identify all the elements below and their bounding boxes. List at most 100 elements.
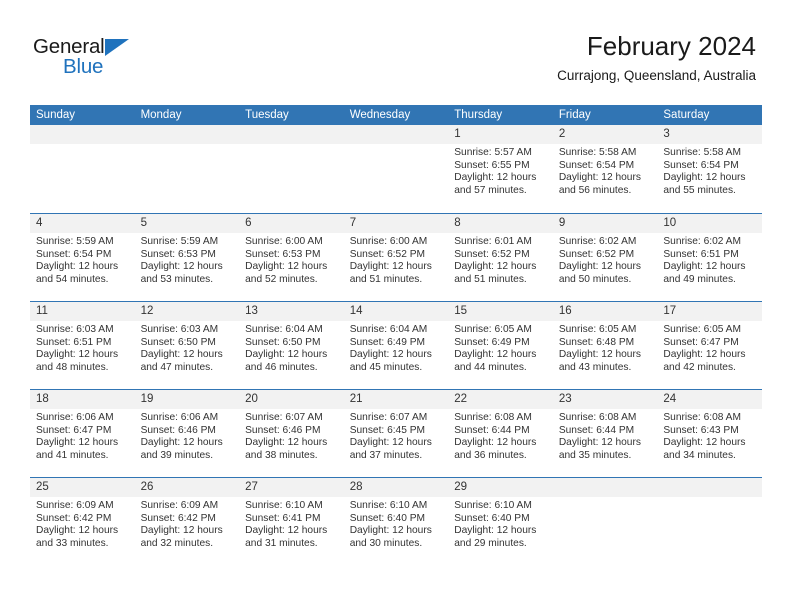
sunset-time: Sunset: 6:45 PM (349, 424, 426, 436)
calendar-day-cell[interactable]: 29 Sunrise: 6:10 AM Sunset: 6:40 PM Dayligh… (448, 478, 553, 565)
calendar-grid: Sunday Monday Tuesday Wednesday Thursday Frid… (30, 105, 762, 565)
daylight-duration-line2: and 54 minutes. (36, 273, 109, 285)
calendar-day-cell[interactable]: 4 Sunrise: 5:59 AM Sunset: 6:54 PM Daylight… (30, 214, 135, 301)
day-sun-info: Sunrise: 6:09 AM Sunset: 6:42 PM Daylight:… (30, 497, 135, 550)
calendar-day-cell[interactable]: 15 Sunrise: 6:05 AM Sunset: 6:49 PM Dayligh… (448, 302, 553, 389)
calendar-day-cell[interactable]: 25 Sunrise: 6:09 AM Sunset: 6:42 PM Dayligh… (30, 478, 135, 565)
calendar-day-cell[interactable]: 26 Sunrise: 6:09 AM Sunset: 6:42 PM Dayligh… (134, 478, 240, 565)
sunrise-time: Sunrise: 6:06 AM (36, 412, 114, 423)
calendar-day-cell[interactable]: 5 Sunrise: 5:59 AM Sunset: 6:53 PM Daylight… (134, 214, 240, 301)
day-sun-info: Sunrise: 5:58 AM Sunset: 6:54 PM Daylight:… (553, 144, 658, 197)
daylight-duration-line1: Daylight: 12 hours (454, 525, 537, 537)
daylight-duration-line2: and 49 minutes. (663, 273, 736, 285)
page-title: February 2024 (586, 31, 756, 61)
sunset-time: Sunset: 6:48 PM (558, 336, 635, 348)
calendar-week-row: 11 Sunrise: 6:03 AM Sunset: 6:51 PM Dayligh… (30, 301, 762, 389)
sunrise-time: Sunrise: 6:05 AM (663, 324, 741, 335)
calendar-day-cell[interactable]: 11 Sunrise: 6:03 AM Sunset: 6:51 PM Dayligh… (30, 302, 135, 389)
calendar-day-cell[interactable]: 24 Sunrise: 6:08 AM Sunset: 6:43 PM Dayligh… (657, 390, 762, 477)
daylight-duration-line2: and 46 minutes. (245, 361, 318, 373)
logo-text-blue: Blue (63, 55, 104, 78)
calendar-day-cell[interactable]: 13 Sunrise: 6:04 AM Sunset: 6:50 PM Dayligh… (239, 302, 344, 389)
calendar-day-cell[interactable]: 8 Sunrise: 6:01 AM Sunset: 6:52 PM Daylight… (448, 214, 553, 301)
calendar-day-cell[interactable]: 19 Sunrise: 6:06 AM Sunset: 6:46 PM Dayligh… (134, 390, 240, 477)
sunset-time: Sunset: 6:50 PM (140, 336, 216, 348)
logo-triangle-icon (105, 39, 129, 56)
calendar-day-cell[interactable]: 16 Sunrise: 6:05 AM Sunset: 6:48 PM Dayligh… (552, 302, 658, 389)
day-number: 2 (552, 125, 658, 144)
daylight-duration-line1: Daylight: 12 hours (36, 525, 119, 537)
day-number: 17 (657, 302, 762, 321)
weekday-header-tuesday: Tuesday (245, 109, 289, 121)
calendar-day-cell[interactable]: 6 Sunrise: 6:00 AM Sunset: 6:53 PM Daylight… (239, 214, 344, 301)
calendar-day-cell-empty (30, 125, 135, 213)
day-number: 6 (239, 214, 344, 233)
daylight-duration-line2: and 34 minutes. (663, 449, 736, 461)
calendar-day-cell[interactable]: 12 Sunrise: 6:03 AM Sunset: 6:50 PM Dayligh… (134, 302, 240, 389)
day-number: 13 (239, 302, 344, 321)
day-sun-info: Sunrise: 6:07 AM Sunset: 6:45 PM Daylight:… (344, 409, 449, 462)
calendar-day-cell[interactable]: 2 Sunrise: 5:58 AM Sunset: 6:54 PM Daylight… (552, 125, 658, 213)
daylight-duration-line2: and 38 minutes. (245, 449, 318, 461)
daylight-duration-line2: and 43 minutes. (558, 361, 632, 373)
weekday-header-friday: Friday (558, 109, 591, 121)
day-number: 25 (30, 478, 135, 497)
sunrise-time: Sunrise: 5:58 AM (558, 147, 637, 158)
day-sun-info: Sunrise: 6:09 AM Sunset: 6:42 PM Daylight:… (135, 497, 240, 550)
calendar-day-cell[interactable]: 9 Sunrise: 6:02 AM Sunset: 6:52 PM Daylight… (552, 214, 658, 301)
daylight-duration-line1: Daylight: 12 hours (245, 437, 328, 449)
sunset-time: Sunset: 6:51 PM (36, 336, 112, 348)
daylight-duration-line1: Daylight: 12 hours (140, 525, 223, 537)
daylight-duration-line2: and 56 minutes. (558, 184, 632, 196)
daylight-duration-line2: and 36 minutes. (454, 449, 527, 461)
day-number: 16 (552, 302, 658, 321)
day-number: 23 (552, 390, 658, 409)
daylight-duration-line1: Daylight: 12 hours (454, 349, 537, 361)
calendar-day-cell[interactable]: 22 Sunrise: 6:08 AM Sunset: 6:44 PM Dayligh… (448, 390, 553, 477)
sunset-time: Sunset: 6:55 PM (454, 159, 530, 171)
daylight-duration-line1: Daylight: 12 hours (663, 261, 746, 273)
calendar-day-cell[interactable]: 10 Sunrise: 6:02 AM Sunset: 6:51 PM Dayligh… (657, 214, 762, 301)
day-sun-info: Sunrise: 6:10 AM Sunset: 6:40 PM Daylight:… (448, 497, 553, 550)
day-sun-info: Sunrise: 6:04 AM Sunset: 6:49 PM Daylight:… (344, 321, 449, 374)
daylight-duration-line2: and 31 minutes. (245, 537, 318, 549)
calendar-day-cell-empty (239, 125, 344, 213)
day-sun-info: Sunrise: 5:59 AM Sunset: 6:54 PM Daylight:… (30, 233, 135, 286)
calendar-day-cell[interactable]: 7 Sunrise: 6:00 AM Sunset: 6:52 PM Daylight… (343, 214, 449, 301)
sunrise-time: Sunrise: 6:03 AM (140, 324, 219, 335)
daylight-duration-line2: and 42 minutes. (663, 361, 736, 373)
general-blue-logo: General Blue (33, 36, 148, 80)
daylight-duration-line1: Daylight: 12 hours (140, 437, 223, 449)
calendar-day-cell[interactable]: 14 Sunrise: 6:04 AM Sunset: 6:49 PM Dayligh… (343, 302, 449, 389)
calendar-day-cell[interactable]: 3 Sunrise: 5:58 AM Sunset: 6:54 PM Daylight… (657, 125, 762, 213)
sunset-time: Sunset: 6:53 PM (245, 248, 321, 260)
day-sun-info: Sunrise: 6:10 AM Sunset: 6:40 PM Daylight:… (344, 497, 449, 550)
calendar-day-cell[interactable]: 1 Sunrise: 5:57 AM Sunset: 6:55 PM Daylight… (448, 125, 553, 213)
weekday-header-wednesday: Wednesday (349, 109, 411, 121)
day-sun-info: Sunrise: 6:04 AM Sunset: 6:50 PM Daylight:… (239, 321, 344, 374)
calendar-day-cell[interactable]: 17 Sunrise: 6:05 AM Sunset: 6:47 PM Dayligh… (657, 302, 762, 389)
daylight-duration-line1: Daylight: 12 hours (558, 261, 641, 273)
calendar-day-cell[interactable]: 20 Sunrise: 6:07 AM Sunset: 6:46 PM Dayligh… (239, 390, 344, 477)
day-number: 12 (134, 302, 240, 321)
day-number: 4 (30, 214, 135, 233)
calendar-day-cell[interactable]: 27 Sunrise: 6:10 AM Sunset: 6:41 PM Dayligh… (239, 478, 344, 565)
day-number: 9 (552, 214, 658, 233)
daylight-duration-line2: and 44 minutes. (454, 361, 527, 373)
calendar-day-cell[interactable]: 28 Sunrise: 6:10 AM Sunset: 6:40 PM Dayligh… (343, 478, 449, 565)
day-sun-info: Sunrise: 6:10 AM Sunset: 6:41 PM Daylight:… (239, 497, 344, 550)
sunrise-time: Sunrise: 6:07 AM (245, 412, 323, 423)
daylight-duration-line2: and 51 minutes. (454, 273, 527, 285)
calendar-day-cell[interactable]: 23 Sunrise: 6:08 AM Sunset: 6:44 PM Dayligh… (552, 390, 658, 477)
day-sun-info: Sunrise: 6:08 AM Sunset: 6:44 PM Daylight:… (448, 409, 553, 462)
daylight-duration-line2: and 41 minutes. (36, 449, 109, 461)
daylight-duration-line1: Daylight: 12 hours (558, 437, 641, 449)
day-number: 18 (30, 390, 135, 409)
calendar-day-cell[interactable]: 18 Sunrise: 6:06 AM Sunset: 6:47 PM Dayligh… (30, 390, 135, 477)
page-subtitle: Currajong, Queensland, Australia (557, 68, 756, 83)
calendar-day-cell[interactable]: 21 Sunrise: 6:07 AM Sunset: 6:45 PM Dayligh… (343, 390, 449, 477)
sunrise-time: Sunrise: 6:05 AM (454, 324, 532, 335)
daylight-duration-line1: Daylight: 12 hours (140, 261, 223, 273)
day-number (657, 478, 762, 497)
daylight-duration-line1: Daylight: 12 hours (245, 525, 328, 537)
